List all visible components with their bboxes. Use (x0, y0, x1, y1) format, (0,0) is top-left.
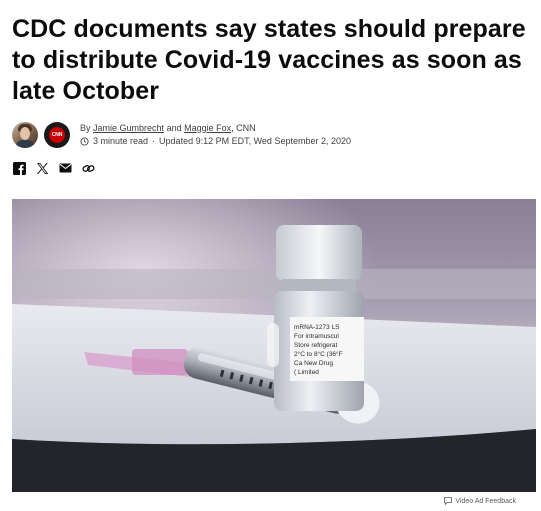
vial-label-line: Store refrigerat (294, 342, 338, 349)
cnn-logo[interactable]: CNN (44, 122, 70, 148)
share-bar (12, 160, 104, 176)
feedback-icon (444, 497, 453, 505)
vial-label-line: 2°C to 8°C (36°F (294, 350, 343, 358)
author-link-maggie-fox[interactable]: Maggie Fox (184, 123, 231, 133)
article-page: CDC documents say states should prepare … (0, 0, 541, 511)
byline-text: By Jamie Gumbrecht and Maggie Fox, CNN 3… (80, 122, 351, 148)
vial-label-line: Ca New Drug (294, 360, 333, 367)
byline: CNN By Jamie Gumbrecht and Maggie Fox, C… (12, 120, 532, 150)
read-time: 3 minute read (93, 136, 149, 146)
page-title: CDC documents say states should prepare … (12, 15, 526, 105)
updated-timestamp: Updated 9:12 PM EDT, Wed September 2, 20… (159, 136, 351, 146)
author-avatar[interactable] (12, 122, 38, 148)
vial-label-line: For intramuscul (294, 333, 339, 340)
feedback-label: Video Ad Feedback (455, 497, 516, 505)
vial-label-line: mRNA-1273 LS (294, 324, 340, 331)
vial-label-line: ( Limited (294, 369, 319, 376)
meta-separator: · (152, 136, 156, 146)
byline-outlet: , CNN (231, 123, 256, 133)
byline-and: and (166, 123, 182, 133)
author-link-jamie-gumbrecht[interactable]: Jamie Gumbrecht (93, 123, 164, 133)
email-icon[interactable] (58, 161, 72, 175)
byline-prefix: By (80, 123, 91, 133)
video-ad-feedback[interactable]: Video Ad Feedback (444, 497, 516, 505)
link-icon[interactable] (81, 161, 95, 175)
clock-icon (80, 137, 89, 146)
video-player[interactable]: mRNA-1273 LS For intramuscul Store refri… (12, 199, 536, 492)
play-button[interactable] (267, 323, 279, 367)
cnn-logo-text: CNN (49, 127, 65, 143)
facebook-icon[interactable] (12, 161, 26, 175)
x-icon[interactable] (35, 161, 49, 175)
